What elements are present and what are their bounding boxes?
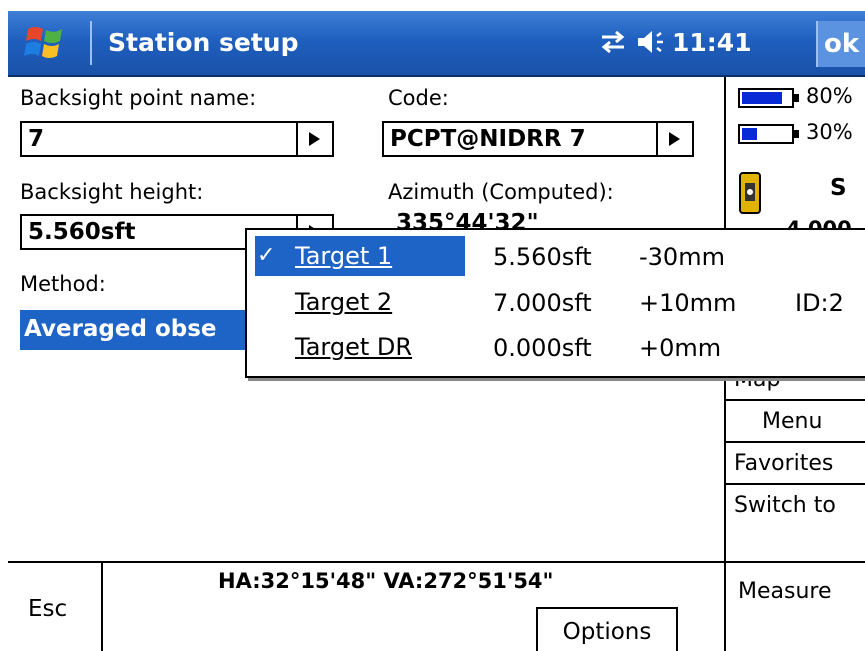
target-popup-menu: Target 1 ✓ 5.560sft -30mm Target 2 7.000… [245,228,865,378]
page-title: Station setup [108,28,299,57]
angle-readout: HA:32°15'48" VA:272°51'54" [218,569,554,593]
target-id: ID:2 [795,289,844,317]
battery-2-icon [738,124,799,144]
target-name: Target 1 [255,236,465,276]
device-screen: Station setup 11:41 ok Backsight point n… [8,0,865,651]
target-offset: +0mm [639,334,722,362]
ok-button[interactable]: ok [816,21,865,67]
battery-2-fill [742,128,757,140]
target-name: Target 2 [295,288,393,316]
instrument-status-text: S [830,175,847,201]
backsight-height-label: Backsight height: [20,180,204,204]
windows-logo-icon[interactable] [22,19,70,67]
method-dropdown[interactable]: Averaged obse [20,310,250,350]
backsight-height-value: 5.560sft [28,219,136,245]
target-name: Target DR [295,333,413,361]
title-separator [90,21,92,65]
code-value: PCPT@NIDRR 7 [390,126,586,152]
esc-button[interactable]: Esc [8,563,103,651]
target-height: 0.000sft [493,334,592,362]
checkmark-icon: ✓ [257,243,276,268]
method-label: Method: [20,272,106,296]
options-button[interactable]: Options [536,607,678,651]
target-menu-item[interactable]: Target DR 0.000sft +0mm [255,327,865,367]
target-offset: +10mm [639,289,737,317]
target-height: 5.560sft [493,243,592,271]
title-bar: Station setup 11:41 ok [8,11,865,77]
switch-to-button[interactable]: Switch to [726,483,865,525]
menu-button[interactable]: Menu [726,399,865,441]
favorites-button[interactable]: Favorites [726,441,865,483]
measure-button[interactable]: Measure [726,561,865,651]
backsight-name-value: 7 [28,126,45,152]
target-offset: -30mm [639,243,725,271]
battery-1-icon [738,88,799,108]
volume-icon[interactable] [636,29,670,55]
target-menu-item[interactable]: Target 2 7.000sft +10mm ID:2 [255,282,865,322]
clock[interactable]: 11:41 [672,28,752,57]
code-arrow-icon[interactable] [656,123,692,155]
backsight-name-arrow-icon[interactable] [296,123,332,155]
backsight-name-field[interactable]: 7 [20,121,334,157]
target-height: 7.000sft [493,289,592,317]
bottom-bar: Esc HA:32°15'48" VA:272°51'54" Options [8,561,724,651]
code-label: Code: [388,86,449,110]
battery-1-fill [742,92,782,104]
target-menu-item[interactable]: Target 1 ✓ 5.560sft -30mm [255,236,865,276]
azimuth-label: Azimuth (Computed): [388,180,614,204]
instrument-icon[interactable] [739,171,761,215]
code-field[interactable]: PCPT@NIDRR 7 [382,121,694,157]
backsight-name-label: Backsight point name: [20,86,257,110]
connectivity-icon[interactable] [598,29,628,55]
battery-2-percent: 30% [806,120,853,144]
battery-1-percent: 80% [806,84,853,108]
